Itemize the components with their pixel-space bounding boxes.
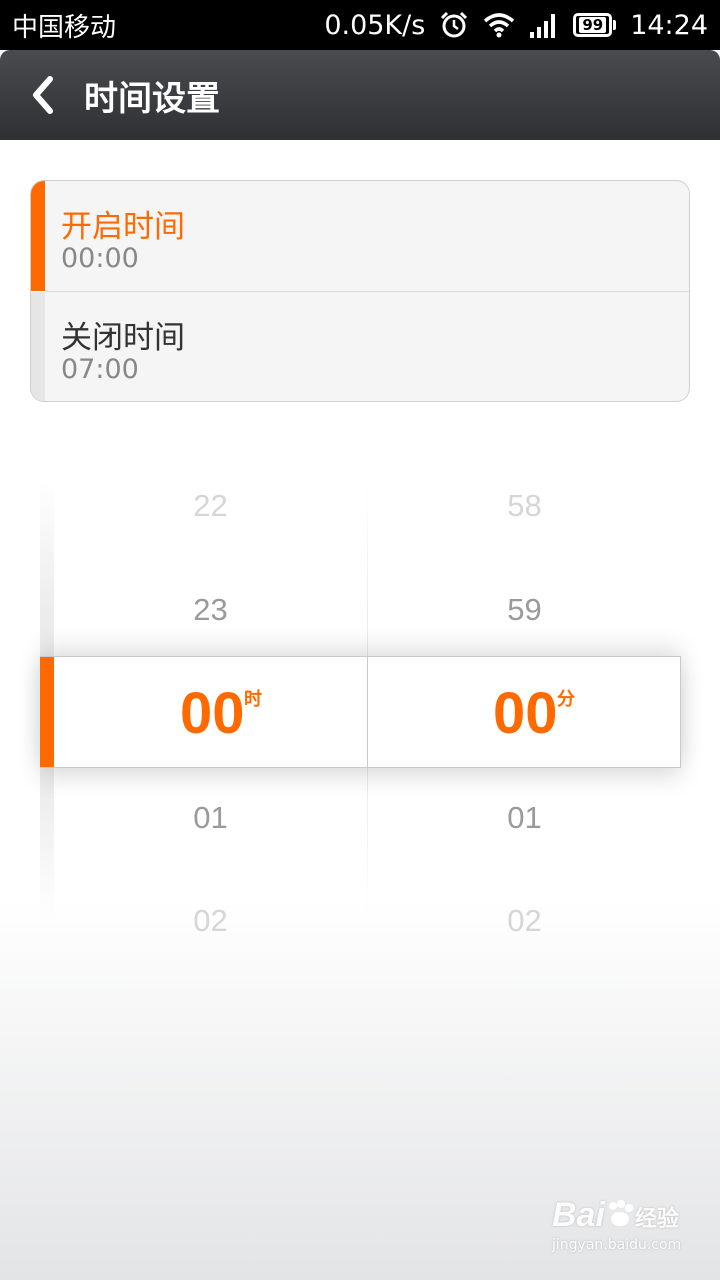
- alarm-icon: [439, 10, 469, 40]
- battery-icon: 99: [573, 13, 617, 37]
- minute-option[interactable]: 02: [368, 903, 681, 939]
- selection-edge: [680, 657, 681, 767]
- network-speed: 0.05K/s: [324, 9, 426, 41]
- picker-selection-band: 00 时 00 分: [40, 656, 681, 768]
- chevron-left-icon: [33, 76, 53, 114]
- start-time-row[interactable]: 开启时间 00:00: [31, 181, 689, 291]
- signal-icon: [529, 12, 559, 38]
- carrier-name: 中国移动: [12, 12, 117, 43]
- wifi-icon: [483, 12, 515, 38]
- minute-option[interactable]: 01: [368, 800, 681, 836]
- clock: 14:24: [630, 9, 708, 41]
- end-time-value: 07:00: [61, 354, 139, 385]
- start-time-label: 开启时间: [61, 209, 185, 245]
- minute-unit-label: 分: [557, 689, 575, 710]
- row-indicator: [31, 292, 45, 401]
- selection-accent: [40, 657, 54, 767]
- end-time-row[interactable]: 关闭时间 07:00: [31, 292, 689, 401]
- minute-option[interactable]: 58: [368, 488, 681, 524]
- status-bar: 中国移动 0.05K/s 99 14:24: [0, 0, 720, 50]
- back-button[interactable]: [0, 50, 84, 140]
- watermark: Bai 经验 jingyan.baidu.com: [552, 1196, 681, 1253]
- watermark-brand: Bai: [552, 1196, 605, 1234]
- hour-option[interactable]: 23: [54, 592, 367, 628]
- selected-minute[interactable]: 00: [493, 683, 558, 745]
- selected-indicator: [31, 181, 45, 291]
- selected-hour[interactable]: 00: [180, 683, 245, 745]
- paw-icon: [608, 1200, 633, 1226]
- page-title: 时间设置: [84, 78, 220, 119]
- battery-level: 99: [579, 17, 607, 33]
- hour-option[interactable]: 01: [54, 800, 367, 836]
- watermark-url: jingyan.baidu.com: [552, 1237, 682, 1253]
- hour-option[interactable]: 02: [54, 903, 367, 939]
- title-bar: 时间设置: [0, 50, 720, 140]
- hour-unit-label: 时: [244, 689, 262, 710]
- start-time-value: 00:00: [61, 243, 139, 274]
- time-settings-card: 开启时间 00:00 关闭时间 07:00: [30, 180, 690, 402]
- end-time-label: 关闭时间: [61, 320, 185, 356]
- hour-option[interactable]: 22: [54, 488, 367, 524]
- selection-divider: [367, 657, 368, 767]
- minute-option[interactable]: 59: [368, 592, 681, 628]
- watermark-brand-cn: 经验: [634, 1207, 679, 1232]
